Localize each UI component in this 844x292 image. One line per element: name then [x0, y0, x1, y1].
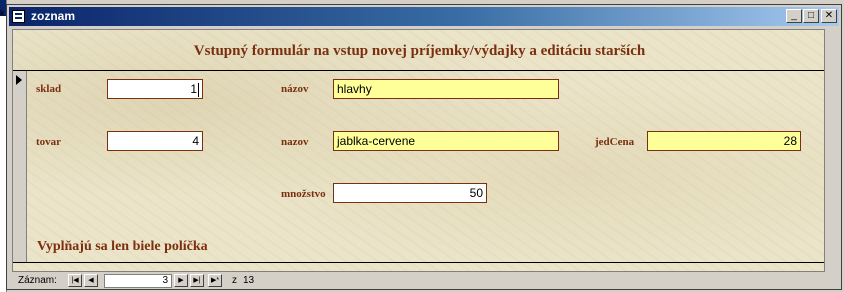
maximize-button[interactable]: □	[803, 9, 819, 23]
sklad-value: 1	[190, 82, 197, 96]
jedcena-label: jedCena	[595, 136, 635, 148]
form-heading: Vstupný formulár na vstup novej príjemky…	[193, 43, 646, 59]
header-divider	[13, 70, 824, 71]
nazov-tovar-field[interactable]: jablka-cervene	[333, 131, 559, 151]
nazov-tovar-label: nazov	[281, 136, 309, 148]
nazov-tovar-value: jablka-cervene	[337, 134, 416, 148]
record-label: Záznam:	[18, 275, 57, 286]
tovar-value: 4	[192, 134, 199, 148]
record-navigation-bar: Záznam: |◀ ◀ 3 ▶ ▶| ▶* z 13	[10, 273, 836, 289]
form-icon	[12, 10, 25, 23]
close-button[interactable]: ✕	[821, 9, 837, 23]
new-record-button[interactable]: ▶*	[208, 274, 222, 287]
sklad-label: sklad	[36, 83, 62, 95]
record-total: 13	[243, 275, 255, 286]
form-window: zoznam _ □ ✕ Vstupný formulár na vstup n…	[6, 4, 842, 290]
mnozstvo-field[interactable]: 50	[333, 183, 487, 203]
jedcena-field[interactable]: 28	[647, 131, 801, 151]
minimize-button[interactable]: _	[786, 9, 802, 23]
last-record-button[interactable]: ▶|	[190, 274, 204, 287]
current-record-value: 3	[162, 275, 168, 286]
nazov-sklad-value: hlavhy	[337, 82, 372, 96]
previous-record-button[interactable]: ◀	[84, 274, 98, 287]
sklad-field[interactable]: 1	[107, 79, 203, 99]
text-caret	[198, 82, 199, 97]
current-record-arrow-icon	[16, 75, 22, 85]
footer-divider	[13, 262, 824, 263]
window-title: zoznam	[31, 9, 76, 23]
first-record-button[interactable]: |◀	[68, 274, 82, 287]
nazov-sklad-label: názov	[281, 83, 309, 95]
title-bar[interactable]: zoznam _ □ ✕	[9, 7, 839, 26]
next-record-button[interactable]: ▶	[174, 274, 188, 287]
mnozstvo-value: 50	[469, 186, 483, 200]
tovar-label: tovar	[36, 136, 62, 148]
nazov-sklad-field[interactable]: hlavhy	[333, 79, 559, 99]
form-detail-section: Vstupný formulár na vstup novej príjemky…	[12, 29, 825, 272]
record-selector[interactable]	[13, 71, 27, 262]
background-window-text: k	[0, 8, 5, 18]
jedcena-value: 28	[783, 134, 797, 148]
tovar-field[interactable]: 4	[107, 131, 203, 151]
record-of-label: z	[232, 275, 237, 286]
current-record-input[interactable]: 3	[104, 274, 172, 288]
footer-note: Vyplňajú sa len biele políčka	[37, 239, 208, 254]
mnozstvo-label: množstvo	[281, 188, 326, 200]
